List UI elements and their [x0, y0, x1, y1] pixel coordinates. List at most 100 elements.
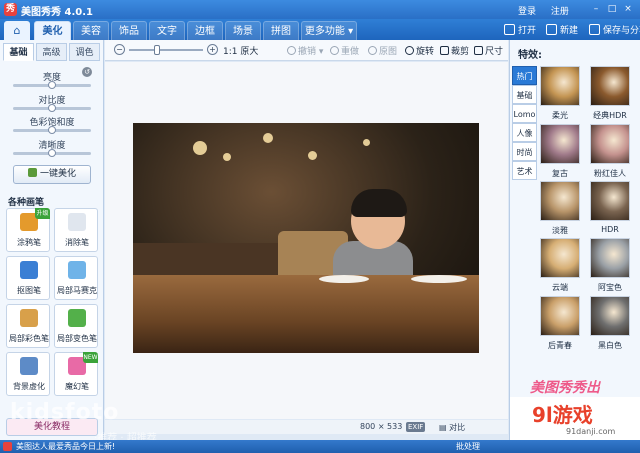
effect-thumb-youth[interactable] [540, 296, 580, 336]
open-button[interactable]: 打开 [504, 23, 536, 36]
zoom-slider[interactable] [129, 45, 203, 55]
batch-process-button[interactable]: 批处理 [456, 441, 480, 452]
original-image-icon [368, 46, 377, 55]
effect-thumb-soft-light[interactable] [540, 66, 580, 106]
effect-thumb-classic-hdr[interactable] [590, 66, 630, 106]
image-canvas[interactable] [105, 62, 508, 419]
zoom-out-icon[interactable]: − [114, 44, 125, 55]
tab-accessories[interactable]: 饰品 [111, 21, 147, 40]
category-hot[interactable]: 热门 [512, 66, 537, 85]
category-basic[interactable]: 基础 [512, 85, 537, 104]
category-lomo[interactable]: Lomo [512, 104, 537, 123]
category-portrait[interactable]: 人像 [512, 123, 537, 142]
minimize-icon[interactable]: – [590, 3, 602, 15]
bottom-status-bar: 美图达人最爱秀品今日上新! 批处理 [0, 440, 640, 453]
zoom-in-icon[interactable]: + [207, 44, 218, 55]
brush-recolor[interactable]: 局部变色笔 [54, 304, 98, 348]
brightness-slider[interactable] [13, 81, 91, 89]
original-size-button[interactable]: 1:1 原大 [223, 44, 258, 57]
effect-label: 后青春 [548, 341, 572, 350]
edited-photo[interactable] [133, 123, 479, 353]
close-icon[interactable]: × [622, 3, 634, 15]
new-button[interactable]: 新建 [546, 23, 578, 36]
login-link[interactable]: 登录 [518, 7, 536, 17]
effects-title: 特效: [518, 50, 542, 61]
one-key-beautify-button[interactable]: 一键美化 [13, 165, 91, 184]
subtab-basic[interactable]: 基础 [3, 43, 34, 61]
adjust-subtabs: 基础 高级 调色 [3, 43, 100, 61]
new-file-icon [546, 24, 557, 35]
news-ticker[interactable]: 美图达人最爱秀品今日上新! [16, 441, 115, 452]
kidsfoto-watermark: kidsfoto [10, 400, 120, 425]
effect-label: 粉红佳人 [594, 169, 626, 178]
tab-frame[interactable]: 边框 [187, 21, 223, 40]
saturation-slider[interactable] [13, 126, 91, 134]
bokeh-light [223, 153, 231, 161]
subtab-color[interactable]: 调色 [69, 43, 100, 61]
color-pen-icon [20, 309, 38, 327]
redo-button[interactable]: 重做 [330, 44, 359, 57]
crop-icon [440, 46, 449, 55]
contrast-slider[interactable] [13, 104, 91, 112]
cutout-pen-icon [20, 261, 38, 279]
effect-label: 云端 [552, 283, 568, 292]
upgrade-badge: 升级 [35, 208, 50, 219]
sharpness-slider[interactable] [13, 149, 91, 157]
resize-button[interactable]: 尺寸 [474, 44, 503, 57]
tab-beauty[interactable]: 美容 [73, 21, 109, 40]
title-bar: 秀 美图秀秀 4.0.1 登录 注册 – □ × [0, 0, 640, 19]
effect-thumb-bw[interactable] [590, 296, 630, 336]
undo-button[interactable]: 撤销 ▾ [287, 44, 323, 57]
site-url: 91danji.com [566, 427, 616, 436]
maximize-icon[interactable]: □ [606, 3, 618, 15]
home-icon[interactable]: ⌂ [4, 21, 30, 40]
brush-bokeh[interactable]: 背景虚化 [6, 352, 50, 396]
subtab-advanced[interactable]: 高级 [36, 43, 67, 61]
tab-scene[interactable]: 场景 [225, 21, 261, 40]
save-share-button[interactable]: 保存与分享 [589, 23, 640, 36]
zoom-thumb[interactable] [153, 45, 160, 55]
brushes-section-title: 各种画笔 [8, 198, 45, 208]
effect-thumb-pink-lady[interactable] [590, 124, 630, 164]
wooden-table [133, 275, 479, 353]
image-toolbar: − + 1:1 原大 撤销 ▾ 重做 原图 旋转 裁剪 尺寸 [105, 40, 508, 61]
child-hair [351, 189, 407, 217]
brush-eraser[interactable]: 消除笔 [54, 208, 98, 252]
recolor-pen-icon [68, 309, 86, 327]
account-links: 登录 注册 [518, 4, 581, 17]
effect-label: 黑白色 [598, 341, 622, 350]
canvas-status-bar: 800 × 533 EXIF ▤ 对比 [105, 420, 508, 434]
tab-collage[interactable]: 拼图 [263, 21, 299, 40]
brush-magic[interactable]: NEW 魔幻笔 [54, 352, 98, 396]
brush-mosaic[interactable]: 局部马赛克 [54, 256, 98, 300]
eraser-icon [68, 213, 86, 231]
effect-thumb-hdr[interactable] [590, 181, 630, 221]
brightness-thumb[interactable] [48, 81, 56, 89]
site-watermark: 9l游戏 91danji.com [510, 397, 640, 440]
tab-beautify[interactable]: 美化 [34, 21, 71, 40]
tab-more-features[interactable]: 更多功能 ▾ [301, 21, 357, 40]
effect-thumb-cloud[interactable] [540, 238, 580, 278]
compare-button[interactable]: ▤ 对比 [439, 422, 465, 433]
category-fashion[interactable]: 时尚 [512, 142, 537, 161]
new-badge: NEW [83, 352, 98, 363]
category-art[interactable]: 艺术 [512, 161, 537, 180]
original-image-button[interactable]: 原图 [368, 44, 397, 57]
brush-local-color[interactable]: 局部彩色笔 [6, 304, 50, 348]
effect-thumb-elegant[interactable] [540, 181, 580, 221]
register-link[interactable]: 注册 [551, 7, 569, 17]
crop-button[interactable]: 裁剪 [440, 44, 469, 57]
tab-text[interactable]: 文字 [149, 21, 185, 40]
saturation-thumb[interactable] [48, 126, 56, 134]
contrast-thumb[interactable] [48, 104, 56, 112]
effect-thumb-retro[interactable] [540, 124, 580, 164]
brush-cutout[interactable]: 抠图笔 [6, 256, 50, 300]
brush-doodle[interactable]: 升级 涂鸦笔 [6, 208, 50, 252]
effect-label: 柔光 [552, 111, 568, 120]
sharpness-thumb[interactable] [48, 149, 56, 157]
exif-button[interactable]: EXIF [406, 422, 426, 432]
save-icon [589, 24, 600, 35]
rotate-button[interactable]: 旋转 [405, 44, 434, 57]
effect-label: 淡雅 [552, 226, 568, 235]
effect-thumb-abao[interactable] [590, 238, 630, 278]
